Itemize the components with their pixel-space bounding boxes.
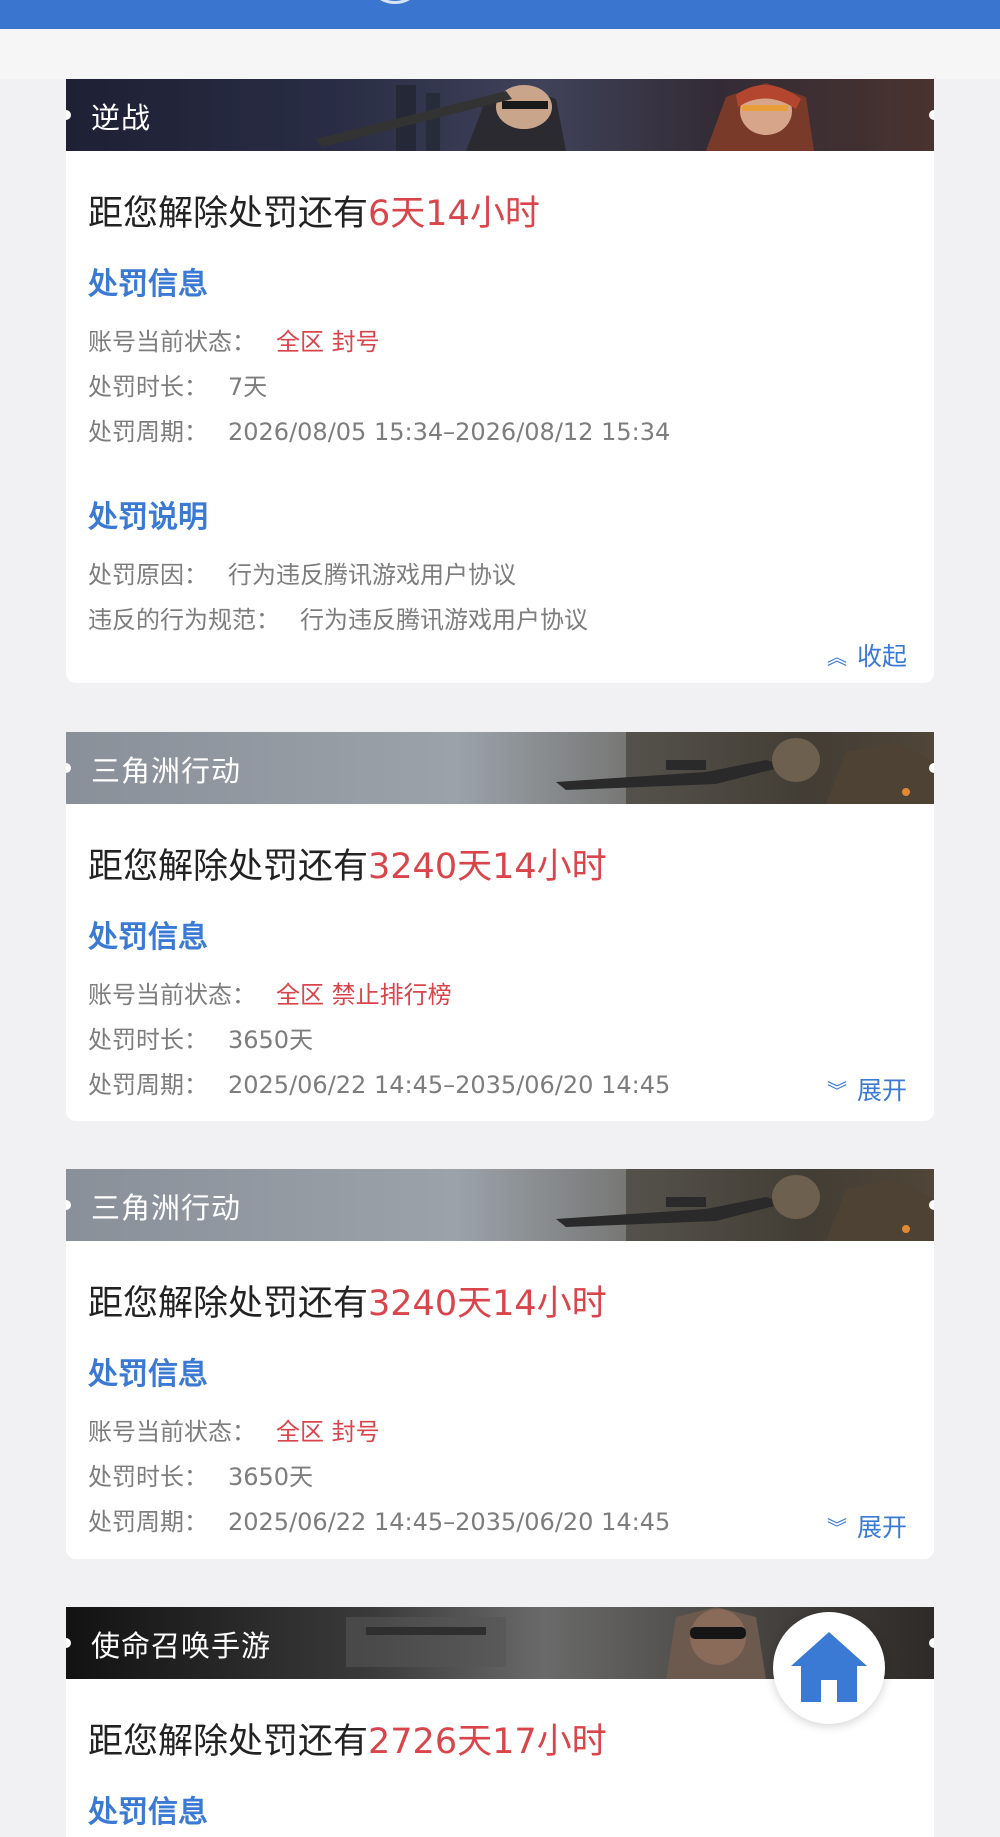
home-button[interactable]	[773, 1612, 885, 1724]
countdown-prefix: 距您解除处罚还有	[88, 847, 369, 887]
expand-button[interactable]: ︾ 展开	[827, 1071, 907, 1107]
period-label: 处罚周期：	[88, 418, 208, 446]
countdown-value: 2726天17小时	[368, 1722, 607, 1762]
countdown-value: 6天14小时	[368, 194, 540, 234]
countdown-prefix: 距您解除处罚还有	[88, 1722, 369, 1762]
penalty-duration-row: 处罚时长： 7天	[88, 367, 267, 402]
penalty-duration-row: 处罚时长： 3650天	[88, 1457, 313, 1492]
game-banner: 三角洲行动	[66, 732, 934, 804]
double-chevron-up-icon: ︽	[826, 644, 847, 669]
collapse-button[interactable]: ︽ 收起	[827, 637, 907, 673]
expand-label: 展开	[856, 1076, 907, 1105]
game-name: 三角洲行动	[91, 1191, 242, 1225]
status-value: 全区 封号	[276, 1418, 380, 1446]
penalty-info-title: 处罚信息	[88, 1357, 208, 1392]
banner-dot-right	[929, 1200, 934, 1210]
double-chevron-down-icon: ︾	[826, 1515, 847, 1540]
penalty-card: 三角洲行动 距您解除处罚还有3240天14小时 处罚信息 账号当前状态： 全区 禁…	[66, 732, 934, 1121]
period-value: 2025/06/22 14:45–2035/06/20 14:45	[228, 1071, 671, 1099]
expand-button[interactable]: ︾ 展开	[827, 1508, 907, 1544]
game-banner: 三角洲行动	[66, 1169, 934, 1241]
period-label: 处罚周期：	[88, 1071, 208, 1099]
avatar[interactable]	[365, 0, 425, 4]
double-chevron-down-icon: ︾	[826, 1078, 847, 1103]
game-banner: 逆战	[66, 79, 934, 151]
period-value: 2026/08/05 15:34–2026/08/12 15:34	[228, 418, 671, 446]
countdown-prefix: 距您解除处罚还有	[88, 194, 369, 234]
penalty-description-title: 处罚说明	[88, 500, 208, 535]
game-name: 逆战	[91, 101, 152, 135]
unban-countdown: 距您解除处罚还有3240天14小时	[88, 1275, 607, 1326]
reason-value: 行为违反腾讯游戏用户协议	[228, 561, 516, 589]
unban-countdown: 距您解除处罚还有2726天17小时	[88, 1713, 607, 1764]
duration-label: 处罚时长：	[88, 1463, 208, 1491]
banner-dot-right	[929, 763, 934, 773]
collapse-label: 收起	[856, 642, 907, 671]
game-name: 三角洲行动	[91, 754, 242, 788]
sub-header-bar	[0, 29, 1000, 79]
account-status-row: 账号当前状态： 全区 禁止排行榜	[88, 975, 452, 1010]
home-icon	[791, 1632, 867, 1702]
banner-dot-right	[929, 110, 934, 120]
banner-dot-right	[929, 1638, 934, 1648]
rule-value: 行为违反腾讯游戏用户协议	[300, 606, 588, 634]
status-value: 全区 禁止排行榜	[276, 981, 452, 1009]
rule-label: 违反的行为规范：	[88, 606, 280, 634]
status-label: 账号当前状态：	[88, 1418, 256, 1446]
penalty-duration-row: 处罚时长： 3650天	[88, 1020, 313, 1055]
account-status-row: 账号当前状态： 全区 封号	[88, 322, 380, 357]
violated-rule-row: 违反的行为规范： 行为违反腾讯游戏用户协议	[88, 600, 588, 635]
duration-value: 3650天	[228, 1026, 314, 1054]
top-app-bar	[0, 0, 1000, 29]
game-name: 使命召唤手游	[91, 1629, 272, 1663]
penalty-info-title: 处罚信息	[88, 267, 208, 302]
account-status-row: 账号当前状态： 全区 封号	[88, 1412, 380, 1447]
duration-value: 3650天	[228, 1463, 314, 1491]
countdown-value: 3240天14小时	[368, 847, 607, 887]
countdown-value: 3240天14小时	[368, 1284, 607, 1324]
penalty-card: 逆战 距您解除处罚还有6天14小时 处罚信息 账号当前状态： 全区 封号 处罚时长…	[66, 79, 934, 683]
duration-label: 处罚时长：	[88, 1026, 208, 1054]
duration-value: 7天	[228, 373, 268, 401]
period-value: 2025/06/22 14:45–2035/06/20 14:45	[228, 1508, 671, 1536]
status-label: 账号当前状态：	[88, 981, 256, 1009]
status-value: 全区 封号	[276, 328, 380, 356]
penalty-info-title: 处罚信息	[88, 920, 208, 955]
unban-countdown: 距您解除处罚还有6天14小时	[88, 185, 540, 236]
penalty-info-title: 处罚信息	[88, 1795, 208, 1830]
penalty-period-row: 处罚周期： 2026/08/05 15:34–2026/08/12 15:34	[88, 412, 670, 447]
penalty-period-row: 处罚周期： 2025/06/22 14:45–2035/06/20 14:45	[88, 1065, 670, 1100]
expand-label: 展开	[856, 1513, 907, 1542]
countdown-prefix: 距您解除处罚还有	[88, 1284, 369, 1324]
game-banner-art	[66, 79, 934, 151]
period-label: 处罚周期：	[88, 1508, 208, 1536]
duration-label: 处罚时长：	[88, 373, 208, 401]
reason-label: 处罚原因：	[88, 561, 208, 589]
penalty-reason-row: 处罚原因： 行为违反腾讯游戏用户协议	[88, 555, 516, 590]
unban-countdown: 距您解除处罚还有3240天14小时	[88, 838, 607, 889]
penalty-card: 三角洲行动 距您解除处罚还有3240天14小时 处罚信息 账号当前状态： 全区 封…	[66, 1169, 934, 1559]
status-label: 账号当前状态：	[88, 328, 256, 356]
penalty-period-row: 处罚周期： 2025/06/22 14:45–2035/06/20 14:45	[88, 1502, 670, 1537]
